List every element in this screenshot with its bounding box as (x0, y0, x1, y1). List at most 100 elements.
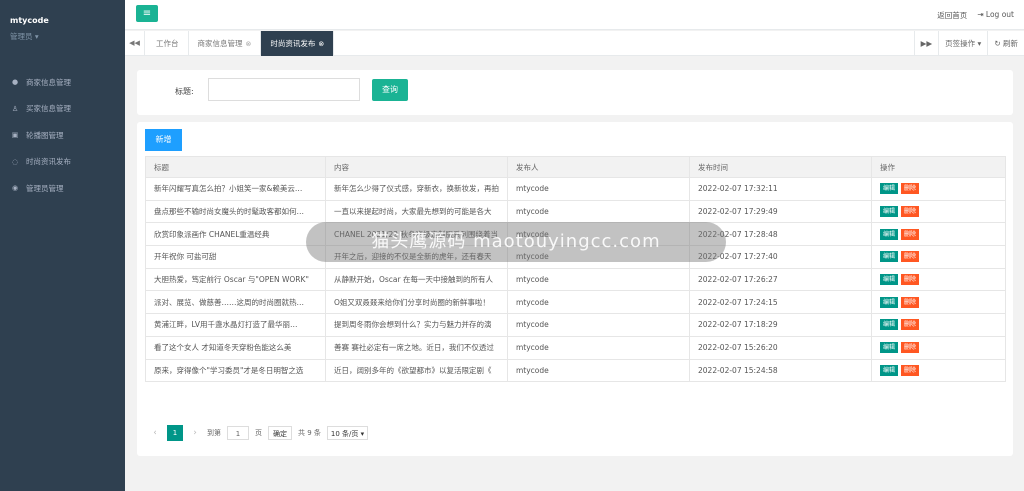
cell-content: 一直以来提起时尚，大家最先想到的可能是各大 (325, 199, 508, 224)
edit-button[interactable]: 编辑 (880, 319, 899, 331)
cell-publisher: mtycode (507, 358, 690, 383)
delete-button[interactable]: 删除 (901, 296, 920, 308)
edit-button[interactable]: 编辑 (880, 206, 899, 218)
prev-page-icon[interactable]: ‹ (149, 428, 161, 438)
tabs-scroll-left-button[interactable]: ◀◀ (125, 31, 145, 56)
edit-button[interactable]: 编辑 (880, 296, 899, 308)
watermark-overlay: 猫头鹰源码 maotouyingcc.com (306, 222, 726, 262)
admin-icon: ◉ (11, 184, 19, 193)
close-icon[interactable]: ⊗ (246, 40, 252, 48)
cell-title: 看了这个女人 才知道冬天穿粉色能这么美 (145, 335, 326, 360)
sidebar-nav: ● 商家信息管理 ♙ 买家信息管理 ▣ 轮播图管理 ◌ 时尚资讯发布 ◉ 管理员… (0, 69, 125, 202)
cell-publisher: mtycode (507, 199, 690, 224)
cell-title: 黄浦江畔，LV用千盏水晶灯打造了最华丽… (145, 313, 326, 337)
page-ops-dropdown[interactable]: 页签操作 ▾ (938, 31, 987, 56)
title-search-input[interactable] (208, 78, 360, 101)
delete-button[interactable]: 删除 (901, 342, 920, 354)
delete-button[interactable]: 删除 (901, 206, 920, 218)
user-role-dropdown[interactable]: 管理员 ▾ (10, 31, 125, 42)
delete-button[interactable]: 删除 (901, 228, 920, 240)
goto-page-input[interactable]: 1 (227, 426, 249, 440)
news-table: 标题 内容 发布人 发布时间 操作 新年闪耀写真怎么拍？小姐笑一家&赖美云… 新年… (145, 156, 1006, 383)
sidebar-item-label: 轮播图管理 (26, 130, 64, 140)
cell-time: 2022-02-07 15:26:20 (689, 335, 872, 360)
edit-button[interactable]: 编辑 (880, 364, 899, 376)
double-right-arrow-icon: ▶▶ (920, 39, 933, 48)
cell-time: 2022-02-07 17:26:27 (689, 267, 872, 292)
home-link[interactable]: 返回首页 (937, 10, 967, 21)
delete-button[interactable]: 删除 (901, 364, 920, 376)
top-header: ≡ 返回首页 ⇥ Log out (125, 0, 1024, 30)
table-row: 大胆热爱，笃定前行 Oscar 与"OPEN WORK" 从静默开始，Oscar … (145, 267, 1006, 292)
cell-publisher: mtycode (507, 335, 690, 360)
table-row: 黄浦江畔，LV用千盏水晶灯打造了最华丽… 提到周冬雨你会想到什么？实力与魅力并存的… (145, 313, 1006, 337)
cell-publisher: mtycode (507, 313, 690, 337)
edit-button[interactable]: 编辑 (880, 183, 899, 195)
cell-title: 欣赏印象派画作 CHANEL重温经典 (145, 222, 326, 247)
pagination: ‹ 1 › 到第 1 页 确定 共 9 条 10 条/页 ▾ (149, 425, 369, 441)
close-icon[interactable]: ⊗ (318, 40, 324, 48)
sidebar-item-label: 商家信息管理 (26, 77, 71, 87)
next-page-icon[interactable]: › (189, 428, 201, 438)
menu-icon: ≡ (142, 8, 152, 19)
delete-button[interactable]: 删除 (901, 183, 920, 195)
table-panel: 新增 标题 内容 发布人 发布时间 操作 新年闪耀写真怎么拍？小姐笑一家&赖美云… (137, 122, 1013, 456)
page-size-select[interactable]: 10 条/页 ▾ (326, 426, 369, 440)
image-icon: ▣ (11, 131, 19, 140)
cell-ops: 编辑 删除 (871, 290, 1006, 315)
cell-publisher: mtycode (507, 290, 690, 315)
tab-workbench[interactable]: 工作台 (147, 31, 189, 56)
edit-button[interactable]: 编辑 (880, 342, 899, 354)
cell-title: 派对、展览、做慈善……这周的时尚圈就热… (145, 290, 326, 315)
cell-time: 2022-02-07 15:24:58 (689, 358, 872, 383)
current-page[interactable]: 1 (167, 425, 183, 441)
table-header-row: 标题 内容 发布人 发布时间 操作 (145, 156, 1006, 178)
cell-publisher: mtycode (507, 177, 690, 201)
sidebar-item-fashion-news[interactable]: ◌ 时尚资讯发布 (0, 149, 125, 176)
delete-button[interactable]: 删除 (901, 319, 920, 331)
search-button[interactable]: 查询 (372, 79, 408, 101)
tabs-scroll-right-button[interactable]: ▶▶ (913, 31, 939, 56)
confirm-page-button[interactable]: 确定 (268, 426, 292, 440)
cell-publisher: mtycode (507, 267, 690, 292)
tab-bar: ◀◀ 工作台 商家信息管理 ⊗ 时尚资讯发布 ⊗ ▶▶ 页签操作 ▾ ↻ 刷新 (125, 31, 1024, 56)
sidebar-item-buyer[interactable]: ♙ 买家信息管理 (0, 96, 125, 123)
edit-button[interactable]: 编辑 (880, 251, 899, 263)
tab-label: 商家信息管理 (197, 39, 243, 48)
cell-title: 开年祝你 可盐可甜 (145, 245, 326, 269)
tab-fashion-news[interactable]: 时尚资讯发布 ⊗ (261, 31, 335, 56)
edit-button[interactable]: 编辑 (880, 228, 899, 240)
add-button[interactable]: 新增 (145, 129, 182, 151)
column-header-publisher: 发布人 (507, 156, 690, 178)
delete-button[interactable]: 删除 (901, 251, 920, 263)
tabs: 工作台 商家信息管理 ⊗ 时尚资讯发布 ⊗ (147, 31, 335, 56)
logout-link[interactable]: ⇥ Log out (977, 10, 1014, 21)
cell-content: 提到周冬雨你会想到什么？实力与魅力并存的演 (325, 313, 508, 337)
cell-ops: 编辑 删除 (871, 199, 1006, 224)
logout-label: Log out (985, 10, 1014, 19)
tab-actions: ▶▶ 页签操作 ▾ ↻ 刷新 (913, 31, 1024, 56)
sidebar-item-admin[interactable]: ◉ 管理员管理 (0, 175, 125, 202)
delete-button[interactable]: 删除 (901, 274, 920, 286)
table-row: 新年闪耀写真怎么拍？小姐笑一家&赖美云… 新年怎么少得了仪式感，穿新衣，换新妆发，… (145, 177, 1006, 201)
sidebar-item-label: 买家信息管理 (26, 104, 71, 114)
cell-title: 大胆热爱，笃定前行 Oscar 与"OPEN WORK" (145, 267, 326, 292)
cell-content: O姐又双叒叕来给你们分享时尚圈的新鲜事啦！ (325, 290, 508, 315)
sidebar-item-merchant[interactable]: ● 商家信息管理 (0, 69, 125, 96)
brand: mtycode 管理员 ▾ (0, 0, 125, 42)
search-panel: 标题: 查询 (137, 70, 1013, 115)
cell-time: 2022-02-07 17:32:11 (689, 177, 872, 201)
sidebar-item-carousel[interactable]: ▣ 轮播图管理 (0, 122, 125, 149)
cell-ops: 编辑 删除 (871, 222, 1006, 247)
cell-content: 从静默开始，Oscar 在每一天中接触到的所有人 (325, 267, 508, 292)
page-unit-label: 页 (255, 429, 262, 437)
refresh-button[interactable]: ↻ 刷新 (987, 31, 1024, 56)
menu-toggle-button[interactable]: ≡ (136, 5, 158, 22)
user-icon: ♙ (11, 104, 19, 113)
cell-time: 2022-02-07 17:18:29 (689, 313, 872, 337)
tab-merchant[interactable]: 商家信息管理 ⊗ (189, 31, 262, 56)
column-header-title: 标题 (145, 156, 326, 178)
edit-button[interactable]: 编辑 (880, 274, 899, 286)
chat-icon: ◌ (11, 157, 19, 166)
cell-content: 新年怎么少得了仪式感，穿新衣，换新妆发，再拍 (325, 177, 508, 201)
